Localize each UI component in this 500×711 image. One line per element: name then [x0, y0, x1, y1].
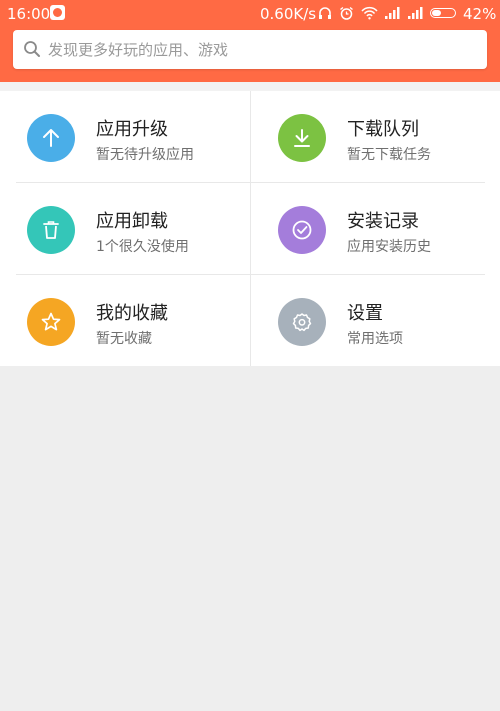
favorites-subtitle: 暂无收藏: [96, 331, 152, 347]
download-queue-icon-badge: [278, 114, 326, 162]
check-circle-icon: [292, 220, 312, 240]
install-history-icon-badge: [278, 206, 326, 254]
arrow-up-icon: [43, 129, 59, 147]
download-queue-subtitle: 暂无下载任务: [347, 147, 431, 163]
network-speed: 0.60K/s: [260, 5, 317, 23]
download-queue-title: 下载队列: [347, 119, 419, 140]
star-icon: [41, 312, 61, 331]
search-input[interactable]: [48, 30, 478, 69]
install-history-subtitle: 应用安装历史: [347, 239, 431, 255]
status-time: 16:00: [7, 5, 51, 23]
favorites-icon-badge: [27, 298, 75, 346]
settings-title: 设置: [347, 303, 383, 324]
search-bar[interactable]: [13, 30, 487, 69]
header-separator: [0, 82, 500, 91]
app-notification-icon: [50, 5, 65, 20]
alarm-icon: [340, 6, 353, 20]
app-uninstall-title: 应用卸载: [96, 211, 168, 232]
favorites-title: 我的收藏: [96, 303, 168, 324]
gear-icon: [292, 313, 312, 332]
wifi-icon: [361, 6, 378, 20]
app-update-title: 应用升级: [96, 119, 168, 140]
app-header: 16:00 0.60K/s 42% 发现更多好玩的应用、游戏: [0, 0, 500, 82]
signal-icon: [408, 7, 423, 19]
battery-icon: [430, 8, 456, 18]
app-update-icon-badge: [27, 114, 75, 162]
favorites-item[interactable]: 我的收藏 暂无收藏: [0, 275, 250, 366]
trash-icon: [43, 221, 59, 239]
install-history-item[interactable]: 安装记录 应用安装历史: [251, 183, 500, 274]
download-queue-item[interactable]: 下载队列 暂无下载任务: [251, 91, 500, 182]
signal-icon: [385, 7, 400, 19]
app-uninstall-icon-badge: [27, 206, 75, 254]
search-icon: [24, 41, 40, 57]
install-history-title: 安装记录: [347, 211, 419, 232]
app-uninstall-item[interactable]: 应用卸载 1个很久没使用: [0, 183, 250, 274]
management-grid: 应用升级 暂无待升级应用 下载队列 暂无下载任务 应用卸载 1个很久没使用 安装…: [0, 91, 500, 366]
headphones-icon: [319, 7, 331, 19]
status-bar: 16:00 0.60K/s 42%: [0, 0, 500, 28]
settings-icon-badge: [278, 298, 326, 346]
settings-subtitle: 常用选项: [347, 331, 403, 347]
settings-item[interactable]: 设置 常用选项: [251, 275, 500, 366]
download-icon: [294, 129, 310, 147]
app-uninstall-subtitle: 1个很久没使用: [96, 239, 189, 255]
app-update-subtitle: 暂无待升级应用: [96, 147, 194, 163]
battery-level-fill: [432, 10, 441, 16]
battery-percent: 42%: [463, 5, 497, 23]
app-update-item[interactable]: 应用升级 暂无待升级应用: [0, 91, 250, 182]
